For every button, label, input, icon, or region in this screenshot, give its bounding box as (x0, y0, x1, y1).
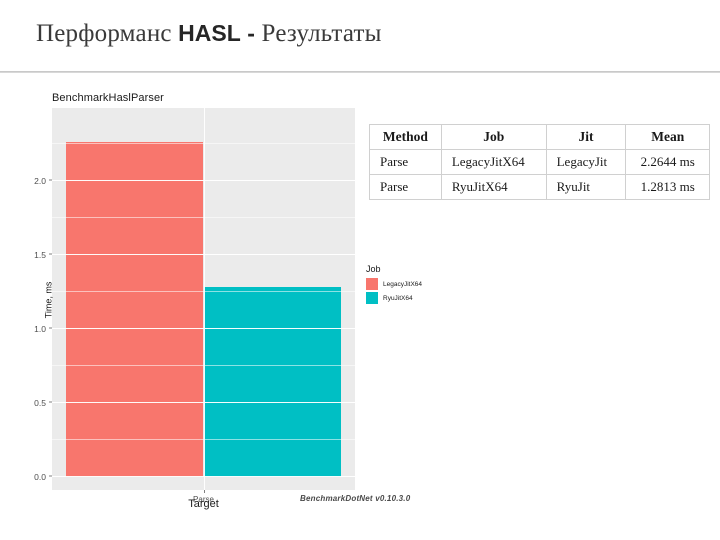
page-title: Перформанс HASL - Результаты (36, 20, 382, 48)
y-axis-title: Time, ms (43, 281, 54, 319)
gridline-vertical (203, 108, 205, 490)
x-axis-tick-mark (203, 490, 205, 493)
chart-plot-panel: 0.0 0.5 1.0 1.5 2.0 Parse (34, 108, 355, 504)
table-header-mean: Mean (625, 124, 710, 150)
bar-legacyjitx64 (65, 142, 204, 477)
legend-title: Job (366, 264, 381, 274)
legend-swatch-legacyjitx64 (366, 278, 378, 290)
cell-method: Parse (369, 174, 442, 200)
y-axis-tick-label: 1.5 (34, 250, 46, 261)
cell-method: Parse (369, 149, 442, 175)
page-title-suffix: Результаты (261, 20, 382, 47)
title-divider (0, 71, 720, 73)
cell-job: RyuJitX64 (440, 174, 547, 200)
legend-item-legacyjitx64: LegacyJitX64 (366, 278, 462, 290)
table-header-method: Method (369, 124, 442, 150)
cell-jit: RyuJit (545, 174, 627, 200)
benchmark-results-table: Method Job Jit Mean Parse LegacyJitX64 L… (369, 124, 710, 200)
bar-ryujitx64 (203, 287, 342, 477)
y-axis-tick-mark (49, 475, 52, 477)
cell-mean: 1.2813 ms (625, 174, 710, 200)
table-header-jit: Jit (545, 124, 627, 150)
y-axis-tick-label: 0.5 (34, 398, 46, 409)
legend-label-ryujitx64: RyuJitX64 (383, 294, 413, 302)
chart-footer: BenchmarkDotNet v0.10.3.0 (300, 494, 411, 503)
page-title-brand: HASL (178, 20, 241, 46)
y-axis-tick-mark (49, 179, 52, 181)
legend-item-ryujitx64: RyuJitX64 (366, 292, 462, 304)
table-row: Parse RyuJitX64 RyuJit 1.2813 ms (369, 174, 710, 200)
table-row: Parse LegacyJitX64 LegacyJit 2.2644 ms (369, 149, 710, 175)
y-axis-tick-label: 1.0 (34, 324, 46, 335)
y-axis-tick-label: 0.0 (34, 472, 46, 482)
chart-legend: Job LegacyJitX64 RyuJitX64 (366, 264, 462, 306)
legend-label-legacyjitx64: LegacyJitX64 (383, 280, 423, 288)
table-header-job: Job (440, 124, 547, 150)
cell-mean: 2.2644 ms (625, 149, 710, 175)
y-axis-tick-label: 2.0 (34, 176, 46, 187)
table-header-row: Method Job Jit Mean (369, 124, 710, 150)
page-title-dash: - (247, 20, 256, 46)
cell-job: LegacyJitX64 (440, 149, 547, 175)
page-title-prefix: Перформанс (36, 20, 172, 47)
legend-swatch-ryujitx64 (366, 292, 378, 304)
y-axis-tick-mark (49, 253, 52, 255)
chart-title: BenchmarkHaslParser (52, 92, 164, 104)
cell-jit: LegacyJit (545, 149, 627, 175)
y-axis-tick-mark (49, 401, 52, 403)
y-axis-tick-mark (49, 327, 52, 329)
